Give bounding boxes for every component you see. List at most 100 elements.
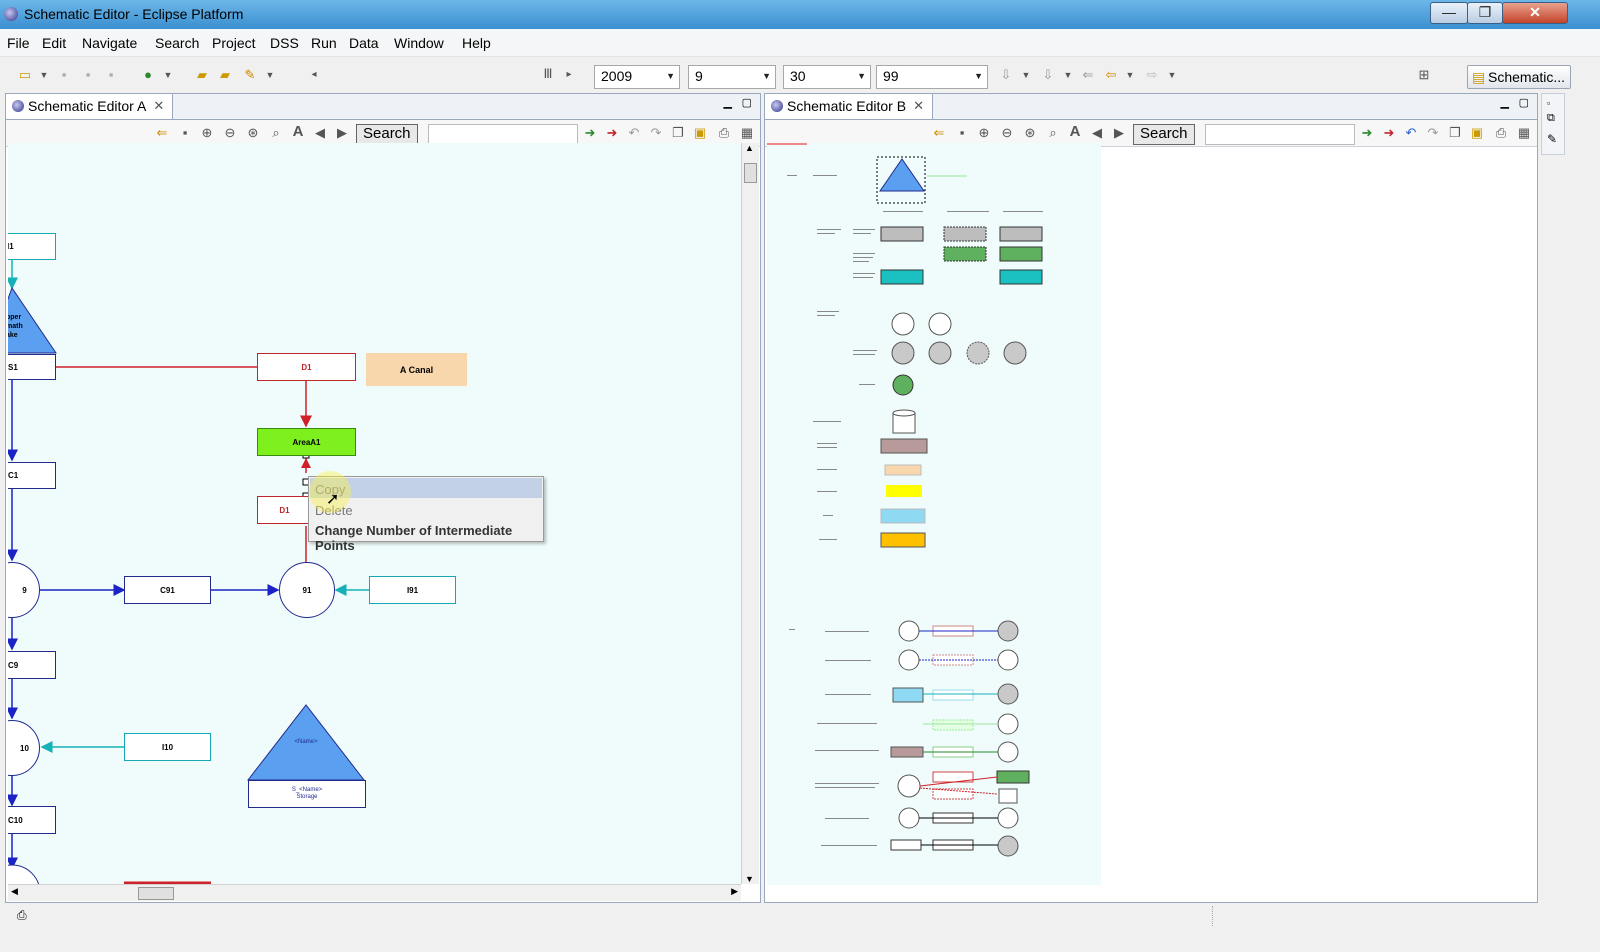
scroll-right-icon[interactable]: ▶ [731, 886, 738, 897]
back-dropdown-icon[interactable]: ▼ [1122, 67, 1138, 83]
node-d1[interactable]: D1 [257, 353, 356, 381]
maximize-view-icon[interactable]: ▢ [742, 96, 752, 109]
fast-view-icon[interactable]: ⎙ [17, 908, 27, 923]
restore-icon[interactable]: ▫ [1547, 98, 1550, 108]
print-icon[interactable]: ⎙ [716, 125, 732, 141]
editor-a-hscrollbar[interactable]: ◀ ▶ [8, 884, 741, 901]
tool-icon[interactable]: ✎ [242, 67, 258, 83]
search-button[interactable]: Search [356, 124, 418, 145]
nav-dropdown-2[interactable]: ▼ [1060, 67, 1076, 83]
node-d-partial[interactable]: D1 [257, 496, 312, 524]
paste-icon[interactable]: ▣ [692, 125, 708, 141]
menu-navigate[interactable]: Navigate [82, 35, 137, 51]
next-icon[interactable]: ▶ [334, 125, 350, 141]
import-icon[interactable]: ⇐ [931, 125, 947, 141]
zoom-in-icon[interactable]: ⊕ [976, 125, 992, 141]
undo-icon[interactable]: ↶ [626, 125, 642, 141]
scroll-right-icon[interactable]: ▸ [561, 67, 577, 83]
restore-view-icon[interactable]: ⧉ [1547, 112, 1555, 125]
forward-dropdown-icon[interactable]: ▼ [1164, 67, 1180, 83]
layout-icon[interactable]: ▦ [1516, 125, 1532, 141]
slider-handle-icon[interactable]: Ⅲ [540, 66, 556, 82]
new-icon[interactable]: ▭ [17, 67, 33, 83]
node-c9[interactable]: C9 [8, 651, 56, 679]
tab-schematic-editor-b[interactable]: Schematic Editor B ✕ [765, 94, 934, 119]
editor-b-canvas[interactable] [767, 143, 1101, 885]
copy-icon[interactable]: ❐ [1447, 125, 1463, 141]
minimize-view-icon[interactable]: ▁ [1501, 96, 1509, 109]
scroll-left-icon[interactable]: ◀ [11, 886, 18, 897]
menu-item-change-points[interactable]: Change Number of Intermediate Points [315, 523, 543, 553]
search-button[interactable]: Search [1133, 124, 1195, 145]
maximize-button[interactable]: ❐ [1467, 2, 1503, 24]
next-icon[interactable]: ▶ [1111, 125, 1127, 141]
node-i10[interactable]: I10 [124, 733, 211, 761]
maximize-view-icon[interactable]: ▢ [1519, 96, 1529, 109]
year-combo[interactable]: 2009 ▼ [594, 65, 680, 89]
node-a-canal[interactable]: A Canal [366, 353, 467, 386]
minimize-view-icon[interactable]: ▁ [724, 96, 732, 109]
menu-dss[interactable]: DSS [270, 35, 299, 51]
green-arrow-icon[interactable]: ➜ [582, 125, 598, 141]
run-dropdown-icon[interactable]: ▼ [160, 67, 176, 83]
font-icon[interactable]: A [1067, 124, 1083, 140]
node-i91[interactable]: I91 [369, 576, 456, 604]
paste-icon[interactable]: ▣ [1469, 125, 1485, 141]
node-i1[interactable]: I1 [8, 233, 56, 260]
copy-icon[interactable]: ❐ [670, 125, 686, 141]
font-icon[interactable]: A [290, 124, 306, 140]
open-folder-icon[interactable]: ▰ [194, 67, 210, 83]
open-perspective-icon[interactable]: ⊞ [1416, 67, 1432, 83]
import-icon[interactable]: ⇐ [154, 125, 170, 141]
tool-dropdown-icon[interactable]: ▼ [262, 67, 278, 83]
print-icon[interactable]: ⎙ [1493, 125, 1509, 141]
redo-icon[interactable]: ↷ [1425, 125, 1441, 141]
print-icon[interactable]: ▪ [103, 67, 119, 83]
tab-schematic-editor-a[interactable]: Schematic Editor A ✕ [6, 94, 174, 119]
month-combo[interactable]: 9 ▼ [688, 65, 776, 89]
node-area-a1[interactable]: AreaA1 [257, 428, 356, 456]
menu-window[interactable]: Window [394, 35, 444, 51]
scroll-up-icon[interactable]: ▲ [745, 143, 754, 153]
node-91[interactable]: 91 [279, 562, 335, 618]
outline-view-icon[interactable]: ✎ [1547, 132, 1557, 146]
perspective-button[interactable]: ▤ Schematic... [1467, 65, 1571, 89]
new-dropdown-icon[interactable]: ▼ [36, 67, 52, 83]
nav-icon-2[interactable]: ⇩ [1040, 67, 1056, 83]
close-icon[interactable]: ✕ [913, 94, 924, 118]
save-icon[interactable]: ▪ [954, 125, 970, 141]
menu-data[interactable]: Data [349, 35, 379, 51]
undo-icon[interactable]: ↶ [1403, 125, 1419, 141]
magnifier-icon[interactable]: ⌕ [1045, 125, 1061, 141]
save-all-icon[interactable]: ▪ [80, 67, 96, 83]
title-bar[interactable]: Schematic Editor - Eclipse Platform — ❐ … [0, 0, 1600, 29]
red-arrow-icon[interactable]: ➜ [1381, 125, 1397, 141]
zoom-in-icon[interactable]: ⊕ [199, 125, 215, 141]
open-file-icon[interactable]: ▰ [217, 67, 233, 83]
menu-help[interactable]: Help [462, 35, 491, 51]
zoom-out-icon[interactable]: ⊖ [222, 125, 238, 141]
green-arrow-icon[interactable]: ➜ [1359, 125, 1375, 141]
hscroll-thumb[interactable] [138, 887, 174, 900]
node-s1[interactable]: S1 [8, 354, 56, 380]
node-c10[interactable]: C10 [8, 806, 56, 834]
menu-run[interactable]: Run [311, 35, 337, 51]
zoom-fit-icon[interactable]: ⊛ [1022, 125, 1038, 141]
search-input[interactable] [428, 124, 578, 145]
save-icon[interactable]: ▪ [177, 125, 193, 141]
forward-icon[interactable]: ⇨ [1144, 67, 1160, 83]
run-icon[interactable]: ● [140, 67, 156, 83]
vscroll-thumb[interactable] [744, 163, 757, 183]
node-c91[interactable]: C91 [124, 576, 211, 604]
prev-icon[interactable]: ◀ [312, 125, 328, 141]
search-input[interactable] [1205, 124, 1355, 145]
close-icon[interactable]: ✕ [153, 94, 164, 118]
layout-icon[interactable]: ▦ [739, 125, 755, 141]
level-combo[interactable]: 99 ▼ [876, 65, 988, 89]
back-icon[interactable]: ⇦ [1103, 67, 1119, 83]
storage-label[interactable]: S_<Name> Storage [248, 780, 366, 808]
close-button[interactable]: ✕ [1502, 2, 1568, 24]
menu-search[interactable]: Search [155, 35, 199, 51]
menu-file[interactable]: File [7, 35, 30, 51]
nav-icon-1[interactable]: ⇩ [998, 67, 1014, 83]
